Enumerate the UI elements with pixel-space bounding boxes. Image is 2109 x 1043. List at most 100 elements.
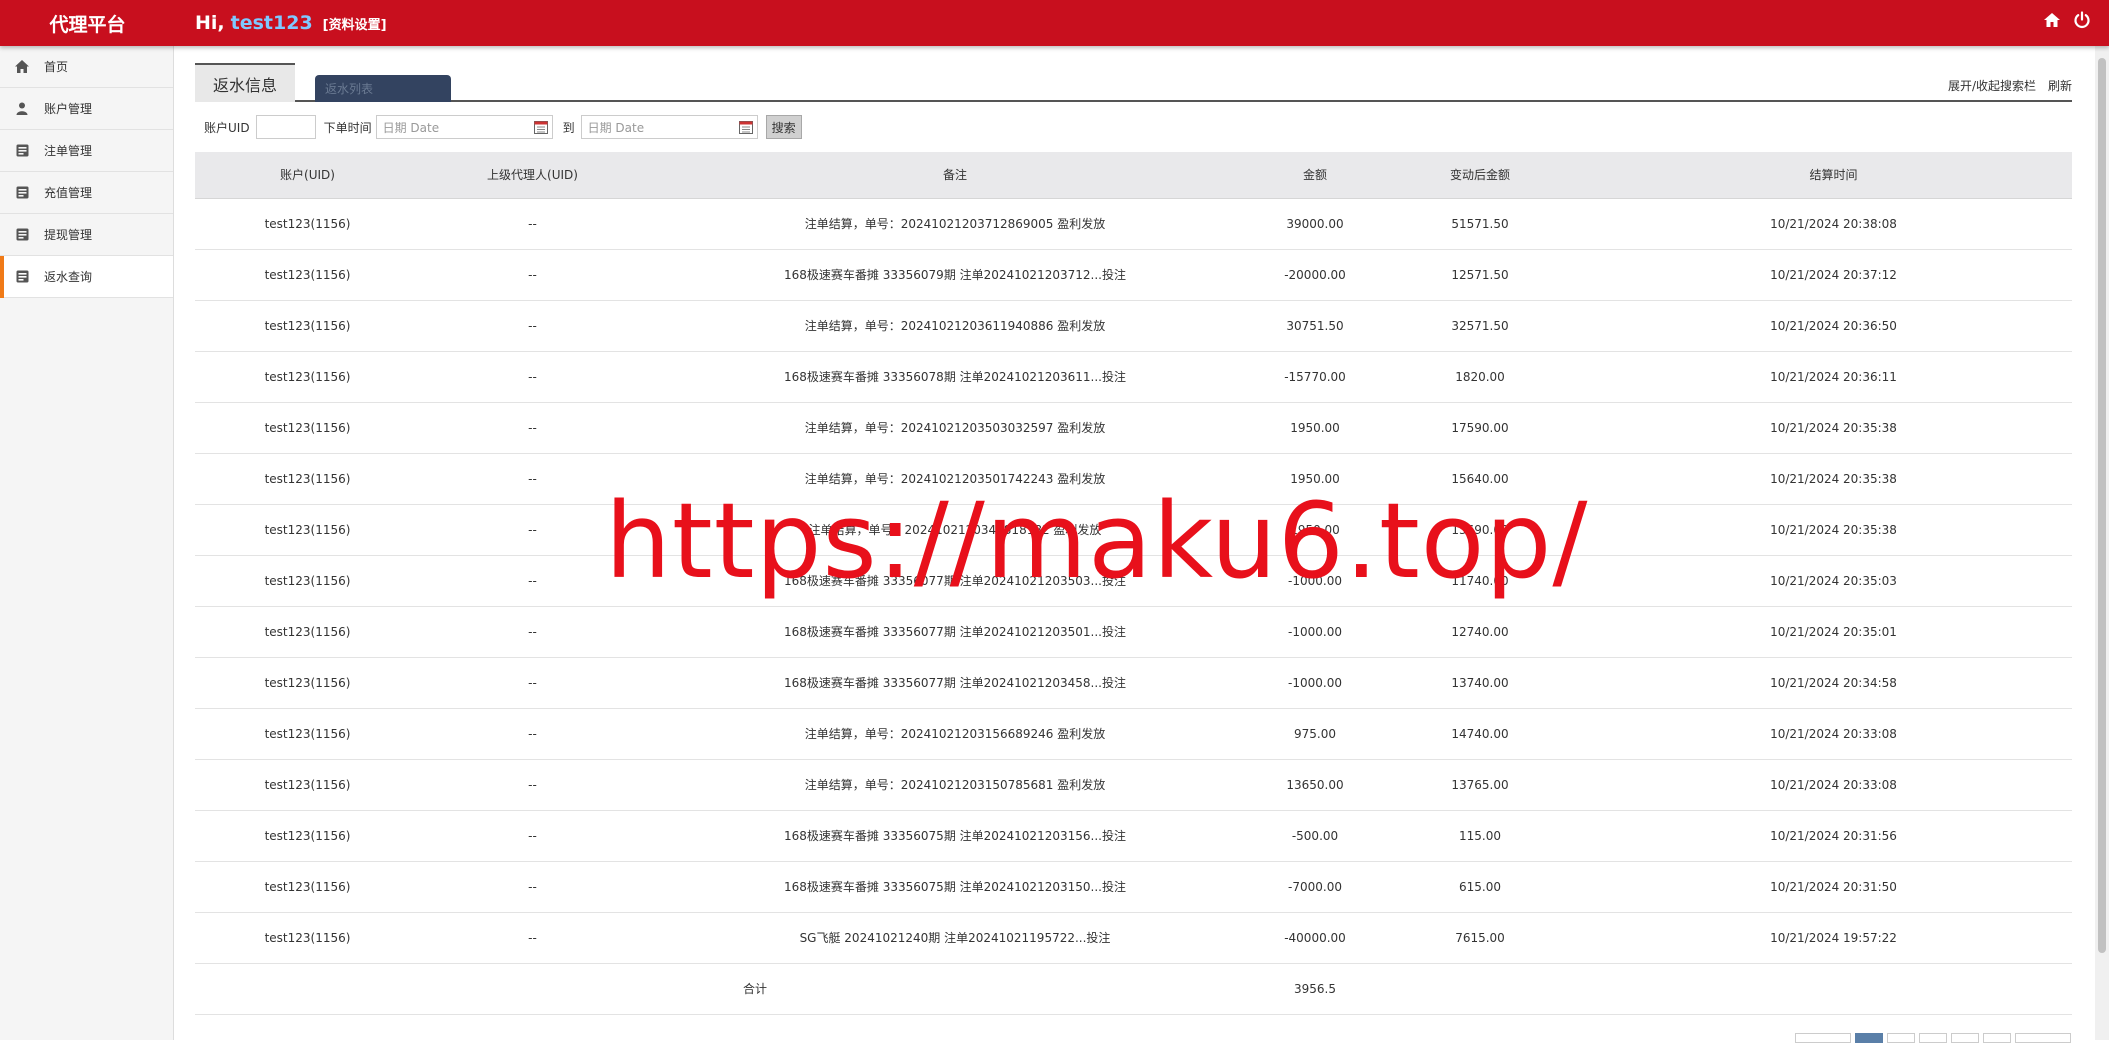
home-icon[interactable] [2043, 11, 2061, 29]
cell-balance-after: 615.00 [1459, 879, 1501, 894]
list-icon [0, 270, 44, 283]
username[interactable]: test123 [231, 12, 313, 34]
cell-remark: 168极速赛车番摊 33356077期 注单20241021203503...投… [784, 574, 1126, 588]
calendar-icon[interactable] [738, 120, 753, 137]
cell-remark: SG飞艇 20241021240期 注单20241021195722...投注 [799, 931, 1111, 945]
cell-settle-time: 10/21/2024 20:35:03 [1770, 573, 1897, 588]
tab-rebate-info[interactable]: 返水信息 [195, 63, 295, 102]
cell-account: test123(1156) [264, 420, 351, 435]
col-settle-time[interactable]: 结算时间 [1595, 152, 2072, 199]
cell-settle-time: 10/21/2024 20:35:38 [1770, 522, 1897, 537]
scrollbar[interactable] [2095, 46, 2109, 1040]
table-row: test123(1156) -- 168极速赛车番摊 33356075期 注单202… [195, 861, 2072, 912]
cell-balance-after: 32571.50 [1451, 318, 1509, 333]
start-date-input[interactable]: 日期 Date [375, 115, 553, 139]
cell-remark: 168极速赛车番摊 33356077期 注单20241021203501...投… [784, 625, 1126, 639]
page-button[interactable] [1887, 1033, 1915, 1043]
sidebar-item-accounts[interactable]: 账户管理 [0, 88, 173, 130]
cell-balance-after: 14740.00 [1451, 726, 1509, 741]
cell-amount: 975.00 [1294, 726, 1336, 741]
table-row: test123(1156) -- 注单结算，单号：20241021203503032… [195, 402, 2072, 453]
calendar-icon[interactable] [533, 120, 548, 137]
cell-balance-after: 13690.00 [1451, 522, 1509, 537]
sidebar-item-withdraw[interactable]: 提现管理 [0, 214, 173, 256]
cell-balance-after: 1820.00 [1455, 369, 1505, 384]
cell-settle-time: 10/21/2024 20:36:50 [1770, 318, 1897, 333]
cell-balance-after: 51571.50 [1451, 216, 1509, 231]
end-date-input[interactable]: 日期 Date [580, 115, 758, 139]
search-button[interactable]: 搜索 [765, 115, 802, 139]
cell-amount: 1950.00 [1290, 522, 1340, 537]
page-button[interactable] [1951, 1033, 1979, 1043]
power-icon[interactable] [2073, 11, 2091, 29]
cell-balance-after: 12571.50 [1451, 267, 1509, 282]
sidebar-item-deposit[interactable]: 充值管理 [0, 172, 173, 214]
cell-parent-agent: -- [528, 777, 537, 792]
list-icon [0, 186, 44, 199]
cell-amount: 13650.00 [1286, 777, 1344, 792]
cell-amount: 39000.00 [1286, 216, 1344, 231]
cell-amount: -1000.00 [1288, 624, 1342, 639]
col-amount[interactable]: 金额 [1265, 152, 1365, 199]
table-row: test123(1156) -- 168极速赛车番摊 33356077期 注单202… [195, 555, 2072, 606]
table-row: test123(1156) -- 注单结算，单号：20241021203156689… [195, 708, 2072, 759]
cell-settle-time: 10/21/2024 20:35:38 [1770, 471, 1897, 486]
pagination [1795, 1033, 2071, 1043]
cell-parent-agent: -- [528, 318, 537, 333]
toggle-search-link[interactable]: 展开/收起搜索栏 [1948, 77, 2036, 94]
cell-parent-agent: -- [528, 879, 537, 894]
uid-label: 账户UID [204, 120, 250, 135]
col-account[interactable]: 账户(UID) [195, 152, 420, 199]
col-remark[interactable]: 备注 [645, 152, 1265, 199]
table-row: test123(1156) -- 168极速赛车番摊 33356077期 注单202… [195, 657, 2072, 708]
cell-account: test123(1156) [264, 216, 351, 231]
cell-amount: 1950.00 [1290, 420, 1340, 435]
greeting-text: Hi, [195, 12, 225, 34]
sidebar-item-label: 首页 [44, 60, 69, 74]
sidebar-item-label: 返水查询 [44, 270, 93, 284]
col-balance-after[interactable]: 变动后金额 [1365, 152, 1595, 199]
refresh-link[interactable]: 刷新 [2048, 77, 2072, 94]
cell-parent-agent: -- [528, 522, 537, 537]
sidebar-item-rebate[interactable]: 返水查询 [0, 256, 173, 298]
page-button[interactable] [1983, 1033, 2011, 1043]
cell-account: test123(1156) [264, 726, 351, 741]
cell-remark: 注单结算，单号：2024102120345818182 盈利发放 [808, 523, 1102, 537]
cell-balance-after: 11740.00 [1451, 573, 1509, 588]
table-row: test123(1156) -- SG飞艇 20241021240期 注单20241… [195, 912, 2072, 963]
date-placeholder: 日期 Date [382, 120, 440, 135]
cell-parent-agent: -- [528, 624, 537, 639]
col-parent-agent[interactable]: 上级代理人(UID) [420, 152, 645, 199]
cell-settle-time: 10/21/2024 19:57:22 [1770, 930, 1897, 945]
cell-amount: -15770.00 [1284, 369, 1346, 384]
cell-amount: -1000.00 [1288, 675, 1342, 690]
cell-parent-agent: -- [528, 573, 537, 588]
user-icon [0, 102, 44, 115]
tab-rebate-list[interactable]: 返水列表 [315, 75, 451, 102]
cell-balance-after: 17590.00 [1451, 420, 1509, 435]
cell-remark: 注单结算，单号：20241021203150785681 盈利发放 [804, 778, 1106, 792]
sidebar-item-home[interactable]: 首页 [0, 46, 173, 88]
scrollbar-thumb[interactable] [2098, 58, 2106, 953]
cell-settle-time: 10/21/2024 20:36:11 [1770, 369, 1897, 384]
page-button[interactable] [1919, 1033, 1947, 1043]
cell-remark: 168极速赛车番摊 33356075期 注单20241021203156...投… [784, 829, 1126, 843]
cell-remark: 注单结算，单号：20241021203712869005 盈利发放 [804, 217, 1106, 231]
sidebar-item-label: 账户管理 [44, 102, 93, 116]
page-current-button[interactable] [1855, 1033, 1883, 1043]
sidebar-item-bets[interactable]: 注单管理 [0, 130, 173, 172]
cell-balance-after: 13765.00 [1451, 777, 1509, 792]
cell-account: test123(1156) [264, 624, 351, 639]
table-row: test123(1156) -- 168极速赛车番摊 33356075期 注单202… [195, 810, 2072, 861]
profile-settings-link[interactable]: [资料设置] [323, 14, 387, 33]
uid-input[interactable] [255, 115, 316, 139]
list-icon [0, 228, 44, 241]
home-icon [0, 59, 44, 74]
cell-parent-agent: -- [528, 420, 537, 435]
cell-account: test123(1156) [264, 777, 351, 792]
page-next-button[interactable] [2015, 1033, 2071, 1043]
page-prev-button[interactable] [1795, 1033, 1851, 1043]
table-row: test123(1156) -- 注单结算，单号：20241021203501742… [195, 453, 2072, 504]
cell-parent-agent: -- [528, 930, 537, 945]
table-row: test123(1156) -- 注单结算，单号：20241021203458181… [195, 504, 2072, 555]
